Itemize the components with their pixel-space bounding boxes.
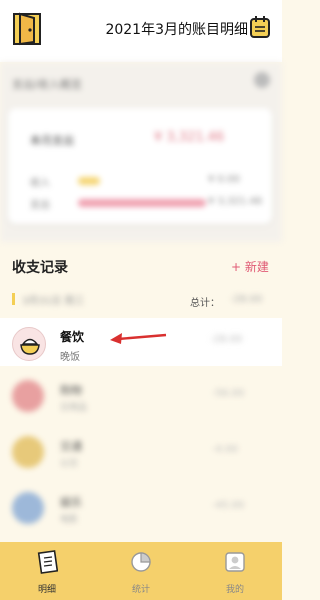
- summary-card: 本月支出 ¥ 3,321.46 收入 ¥ 0.00 支出 ¥ 3,321.46: [8, 108, 272, 224]
- rice-bowl-icon: [12, 327, 46, 361]
- total-value: -28.00: [230, 294, 263, 305]
- expense-bar: [78, 199, 206, 207]
- pointer-arrow-icon: [110, 333, 167, 344]
- item-category: 餐饮: [60, 330, 85, 344]
- category-icon: [12, 492, 44, 524]
- item-note: 晚饭: [60, 352, 80, 363]
- total-label: 总计：: [190, 298, 220, 309]
- tab-label: 明细: [37, 585, 56, 595]
- calendar-icon[interactable]: [249, 15, 271, 39]
- expense-label: 支出: [30, 200, 50, 211]
- list-item-value: -45.00: [212, 500, 245, 511]
- income-label: 收入: [30, 178, 50, 189]
- tab-profile[interactable]: 我的: [188, 542, 282, 600]
- date-marker: [12, 293, 15, 305]
- date-label: 3月31日 周三: [22, 296, 85, 307]
- list-item-value: -4.00: [212, 444, 238, 455]
- list-item-title: 购物: [60, 384, 82, 397]
- list-item-sub: 日用品: [60, 403, 88, 413]
- list-item[interactable]: 娱乐 电影 -45.00: [0, 484, 282, 532]
- category-icon: [12, 436, 44, 468]
- page-title: 2021年3月的账目明细: [105, 22, 248, 38]
- list-item-value: -56.00: [212, 388, 245, 399]
- notebook-icon: [36, 550, 59, 574]
- expense-value: ¥ 3,321.46: [208, 196, 263, 207]
- summary-main-amount: ¥ 3,321.46: [154, 130, 225, 145]
- tab-stats[interactable]: 统计: [94, 542, 188, 600]
- tab-detail[interactable]: 明细: [0, 542, 94, 600]
- summary-main-label: 本月支出: [30, 134, 74, 147]
- app-header: 2021年3月的账目明细: [0, 0, 282, 62]
- new-record-button[interactable]: + 新建: [231, 258, 269, 275]
- door-icon[interactable]: [12, 12, 42, 46]
- category-icon: [12, 380, 44, 412]
- list-item-title: 交通: [60, 440, 82, 453]
- summary-section: 支出/收入概览 本月支出 ¥ 3,321.46 收入 ¥ 0.00 支出 ¥ 3…: [0, 62, 282, 242]
- tab-label: 统计: [131, 585, 150, 595]
- records-title: 收支记录: [12, 260, 68, 276]
- list-item-title: 娱乐: [60, 496, 82, 509]
- income-bar: [78, 177, 100, 185]
- summary-header-label: 支出/收入概览: [12, 78, 82, 91]
- item-amount: -28.00: [210, 334, 243, 345]
- list-item-sub: 电影: [60, 515, 79, 525]
- profile-icon: [224, 550, 246, 574]
- tab-label: 我的: [225, 585, 244, 595]
- pie-chart-icon: [130, 550, 152, 574]
- tab-bar: 明细 统计 我的: [0, 542, 282, 600]
- income-value: ¥ 0.00: [208, 174, 240, 185]
- search-icon[interactable]: [254, 72, 270, 88]
- list-item-sub: 公交: [60, 459, 79, 469]
- list-item[interactable]: 交通 公交 -4.00: [0, 428, 282, 476]
- list-item[interactable]: 购物 日用品 -56.00: [0, 372, 282, 420]
